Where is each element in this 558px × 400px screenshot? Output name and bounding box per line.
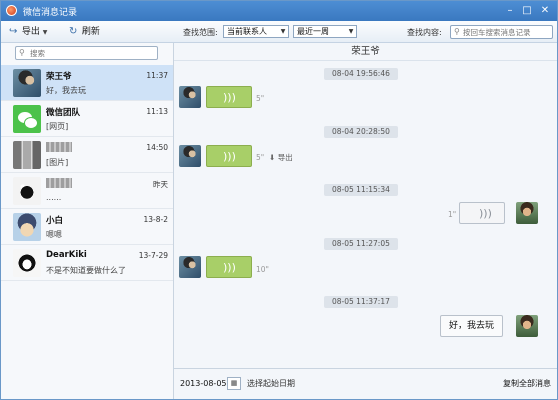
photo-avatar[interactable] — [179, 86, 201, 108]
contact-name: 微信团队 — [46, 108, 81, 118]
voice-duration: 10" — [256, 265, 269, 274]
contact-name: 小白 — [46, 216, 64, 226]
voice-wave-icon: ))) — [479, 207, 492, 220]
sidebar-search-box: ⚲ — [15, 46, 158, 60]
contact-item[interactable]: ...... 昨天 — [1, 173, 173, 209]
contact-time: 昨天 — [153, 180, 168, 189]
content-search-box: ⚲ — [450, 25, 553, 39]
search-icon: ⚲ — [19, 48, 25, 57]
window-title: 微信消息记录 — [23, 8, 78, 18]
time-stamp: 08-04 19:56:46 — [324, 68, 398, 80]
refresh-icon: ↻ — [69, 26, 78, 37]
sidebar-search-input[interactable] — [30, 48, 154, 58]
app-logo-icon — [6, 5, 17, 16]
contact-scope-select[interactable]: 当前联系人 ▼ — [223, 25, 289, 38]
toolbar: ↪ 导出 ▼ ↻ 刷新 查找范围: 当前联系人 ▼ 最近一周 ▼ 查找内容: ⚲ — [1, 21, 557, 43]
close-icon[interactable]: ✕ — [538, 4, 552, 17]
contact-time: 14:50 — [146, 143, 168, 152]
contact-preview: 好，我去玩 — [46, 86, 86, 95]
contact-name: 荣王爷 — [46, 72, 72, 82]
photo-avatar[interactable] — [179, 145, 201, 167]
voice-duration: 5" — [256, 94, 265, 103]
contact-preview: [图片] — [46, 158, 69, 167]
photo-avatar[interactable] — [179, 256, 201, 278]
contact-item[interactable]: DearKiki 不是不知道要做什么了 13-7-29 — [1, 245, 173, 281]
voice-wave-icon: ))) — [223, 261, 236, 274]
cartoon-avatar — [13, 177, 41, 205]
chevron-down-icon: ▼ — [42, 29, 48, 36]
contact-sidebar: ⚲ 荣王爷 好，我去玩 11:37 微信团队 [网页] 11:13 [图片] 1… — [1, 43, 174, 399]
period-select[interactable]: 最近一周 ▼ — [293, 25, 357, 38]
chat-panel: 荣王爷 08-04 19:56:46 ))) 5" 08-04 20:28:50… — [174, 43, 557, 399]
search-icon: ⚲ — [454, 27, 460, 36]
voice-message[interactable]: ))) — [206, 256, 252, 278]
range-label: 查找范围: — [183, 28, 218, 37]
group-avatar — [13, 141, 41, 169]
contact-time: 13-7-29 — [138, 251, 168, 260]
history-window: 微信消息记录 – □ ✕ ↪ 导出 ▼ ↻ 刷新 查找范围: 当前联系人 ▼ 最… — [0, 0, 558, 400]
contact-time: 11:13 — [146, 107, 168, 116]
text-message[interactable]: 好，我去玩 — [440, 315, 504, 337]
contact-item[interactable]: [图片] 14:50 — [1, 137, 173, 173]
blurred-name — [46, 178, 72, 188]
chat-title: 荣王爷 — [174, 43, 557, 61]
wechat-logo-avatar — [13, 105, 41, 133]
contact-item[interactable]: 微信团队 [网页] 11:13 — [1, 101, 173, 137]
export-button[interactable]: ↪ 导出 ▼ — [9, 26, 47, 38]
photo-avatar — [13, 69, 41, 97]
contact-preview: [网页] — [46, 122, 69, 131]
bottom-bar: 2013-08-05 ▦ 选择起始日期 复制全部消息 — [174, 368, 557, 399]
chevron-down-icon: ▼ — [278, 26, 288, 37]
voice-message[interactable]: ))) — [459, 202, 505, 224]
refresh-label: 刷新 — [81, 27, 100, 37]
export-label: 导出 — [21, 27, 40, 37]
contact-time: 11:37 — [146, 71, 168, 80]
content-label: 查找内容: — [407, 28, 442, 37]
refresh-button[interactable]: ↻ 刷新 — [69, 26, 100, 38]
calendar-icon[interactable]: ▦ — [227, 377, 241, 390]
contact-preview: 不是不知道要做什么了 — [46, 266, 126, 275]
cartoon-avatar — [13, 249, 41, 277]
time-stamp: 08-05 11:15:34 — [324, 184, 398, 196]
voice-message[interactable]: ))) — [206, 86, 252, 108]
time-stamp: 08-04 20:28:50 — [324, 126, 398, 138]
blurred-name — [46, 142, 72, 152]
export-icon: ↪ — [9, 26, 18, 37]
my-avatar[interactable] — [516, 202, 538, 224]
contact-item[interactable]: 荣王爷 好，我去玩 11:37 — [1, 65, 173, 101]
export-voice-link[interactable]: ⬇ 导出 — [269, 152, 293, 163]
time-stamp: 08-05 11:27:05 — [324, 238, 398, 250]
export-voice-label: 导出 — [277, 153, 293, 162]
voice-message[interactable]: ))) — [206, 145, 252, 167]
chevron-down-icon: ▼ — [346, 26, 356, 37]
voice-duration: 5" — [256, 153, 265, 162]
contact-name: DearKiki — [46, 250, 87, 260]
contact-item[interactable]: 小白 嗯嗯 13-8-2 — [1, 209, 173, 245]
minimize-icon[interactable]: – — [503, 4, 517, 17]
contact-preview: ...... — [46, 193, 62, 202]
download-icon: ⬇ — [269, 153, 276, 162]
voice-wave-icon: ))) — [223, 91, 236, 104]
title-bar: 微信消息记录 – □ ✕ — [1, 1, 557, 21]
contact-preview: 嗯嗯 — [46, 230, 62, 239]
content-search-input[interactable] — [463, 27, 551, 37]
contact-time: 13-8-2 — [143, 215, 169, 224]
voice-wave-icon: ))) — [223, 150, 236, 163]
cartoon-avatar — [13, 213, 41, 241]
maximize-icon[interactable]: □ — [520, 4, 534, 17]
my-avatar[interactable] — [516, 315, 538, 337]
copy-all-button[interactable]: 复制全部消息 — [503, 378, 551, 389]
voice-duration: 1" — [448, 210, 457, 219]
contact-scope-value: 当前联系人 — [227, 27, 267, 36]
time-stamp: 08-05 11:37:17 — [324, 296, 398, 308]
pick-start-date-label: 选择起始日期 — [247, 379, 295, 388]
period-value: 最近一周 — [297, 27, 329, 36]
